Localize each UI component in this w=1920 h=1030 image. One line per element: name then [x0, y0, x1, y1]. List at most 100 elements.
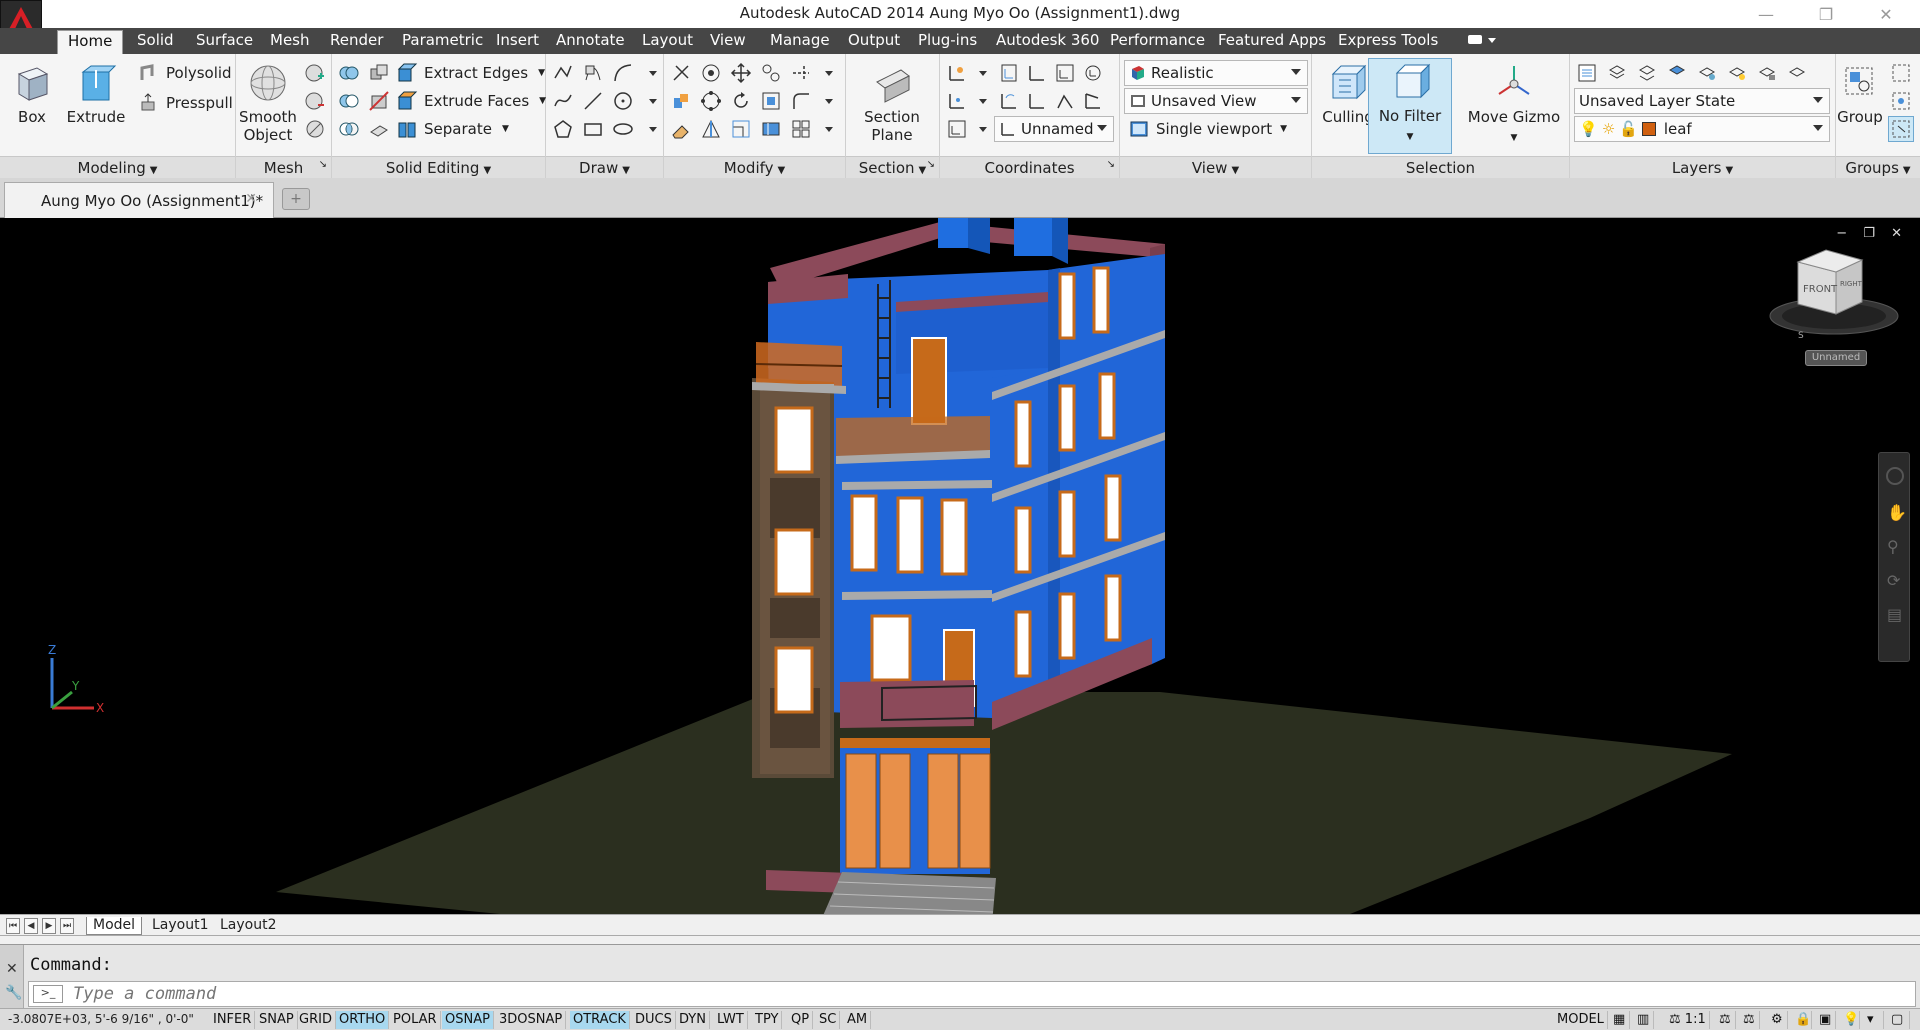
minimize-button[interactable]: —	[1746, 2, 1786, 26]
polysolid-button[interactable]: Polysolid	[138, 60, 232, 86]
ucs-x-dropdown[interactable]	[970, 88, 996, 114]
restore-button[interactable]: ❐	[1806, 2, 1846, 26]
status-toggle-infer[interactable]: INFER	[210, 1011, 256, 1029]
extract-edges-button[interactable]: Extract Edges ▼	[396, 60, 545, 86]
ucs-world-button[interactable]	[996, 60, 1022, 86]
ribbon-minimize-toggle[interactable]	[1466, 32, 1502, 56]
line-tool-button[interactable]	[550, 60, 576, 86]
rectangle-tool-button[interactable]	[580, 116, 606, 142]
modify-dropdown-2[interactable]	[816, 88, 842, 114]
rectangular-array-button[interactable]	[788, 116, 814, 142]
circle-tool-button[interactable]	[610, 88, 636, 114]
ucs-named-button[interactable]	[944, 116, 970, 142]
viewport-controls[interactable]: − ❐ ✕	[1836, 226, 1908, 241]
prev-layout-button[interactable]: ◀	[24, 918, 38, 934]
group-edit-button[interactable]	[1888, 88, 1914, 114]
polygon-tool-button[interactable]	[550, 116, 576, 142]
layer-freeze-button[interactable]	[1694, 60, 1720, 86]
helix-tool-button[interactable]	[580, 60, 606, 86]
steering-wheel-icon[interactable]	[1886, 467, 1904, 485]
status-toggle-ducs[interactable]: DUCS	[632, 1011, 676, 1029]
quick-view-layouts-icon[interactable]: ▦	[1610, 1011, 1630, 1029]
quick-view-drawings-icon[interactable]: ▥	[1634, 1011, 1654, 1029]
status-toggle-osnap[interactable]: OSNAP	[442, 1011, 494, 1029]
intersect-button[interactable]	[336, 116, 362, 142]
status-toggle-otrack[interactable]: OTRACK	[570, 1011, 630, 1029]
fillet-button[interactable]	[788, 88, 814, 114]
ungroup-button[interactable]	[1888, 60, 1914, 86]
section-plane-button[interactable]: Section Plane	[860, 60, 924, 152]
layer-properties-button[interactable]	[1574, 60, 1600, 86]
smooth-object-button[interactable]: Smooth Object	[236, 60, 300, 152]
status-menu-icon[interactable]: ▾	[1864, 1011, 1884, 1029]
layer-isolate-button[interactable]	[1664, 60, 1690, 86]
toolbar-lock-icon[interactable]: 🔒	[1792, 1011, 1812, 1029]
tab-insert[interactable]: Insert	[496, 30, 539, 54]
modify-dropdown-1[interactable]	[816, 60, 842, 86]
layout-tab-layout1[interactable]: Layout1	[146, 917, 215, 935]
annotation-visibility-icon[interactable]: ⚖	[1716, 1011, 1736, 1029]
modeling-panel-label[interactable]: Modeling ▼	[0, 156, 235, 178]
drawing-viewport[interactable]: Z X Y FRONT RIGHT S − ❐ ✕ Unnamed ✋ ⚲ ⟳ …	[0, 218, 1920, 914]
pan-icon[interactable]: ✋	[1887, 503, 1907, 522]
subtract-button[interactable]	[336, 88, 362, 114]
command-input-box[interactable]: >_	[28, 981, 1916, 1007]
last-layout-button[interactable]: ⏭	[60, 918, 74, 934]
tab-render[interactable]: Render	[330, 30, 383, 54]
layout-tab-model[interactable]: Model	[86, 917, 143, 935]
no-filter-button[interactable]: No Filter ▼	[1368, 58, 1452, 154]
layers-panel-label[interactable]: Layers ▼	[1570, 156, 1835, 178]
tab-layout[interactable]: Layout	[642, 30, 693, 54]
explode-button[interactable]	[668, 60, 694, 86]
spline-tool-button[interactable]	[550, 88, 576, 114]
modify-panel-label[interactable]: Modify ▼	[664, 156, 845, 178]
status-toggle-lwt[interactable]: LWT	[714, 1011, 748, 1029]
mirror3d-button[interactable]	[698, 116, 724, 142]
group-select-toggle[interactable]	[1888, 116, 1914, 142]
showmotion-icon[interactable]: ▤	[1887, 605, 1902, 624]
ucs-object-button[interactable]	[1080, 60, 1106, 86]
document-tab[interactable]: Aung Myo Oo (Assignment1)* ✕	[4, 182, 274, 218]
status-toggle-tpy[interactable]: TPY	[752, 1011, 783, 1029]
layer-walk-button[interactable]	[1784, 60, 1810, 86]
move-button[interactable]	[728, 60, 754, 86]
layer-state-dropdown[interactable]: Unsaved Layer State	[1574, 88, 1830, 114]
ucs-previous-button[interactable]	[996, 88, 1022, 114]
view-panel-label[interactable]: View ▼	[1120, 156, 1311, 178]
isolate-objects-icon[interactable]: 💡	[1840, 1011, 1860, 1029]
annotation-scale[interactable]: ⚖ 1:1	[1666, 1011, 1710, 1029]
cursor-coordinates[interactable]: -3.0807E+03, 5'-6 9/16" , 0'-0"	[8, 1012, 194, 1026]
layout-tab-layout2[interactable]: Layout2	[214, 917, 283, 935]
interfere-button[interactable]	[366, 60, 392, 86]
mesh-panel-label[interactable]: Mesh ↘	[236, 156, 331, 178]
extrude-button[interactable]: Extrude	[64, 60, 128, 152]
viewcube-ucs-menu[interactable]: Unnamed	[1805, 350, 1867, 366]
first-layout-button[interactable]: ⏮	[6, 918, 20, 934]
tab-performance[interactable]: Performance	[1110, 30, 1205, 54]
box-button[interactable]: Box	[0, 60, 64, 152]
ellipse-tool-button[interactable]	[610, 116, 636, 142]
command-input[interactable]	[73, 984, 1873, 1004]
close-icon[interactable]: ✕	[245, 191, 257, 207]
offset-button[interactable]	[758, 88, 784, 114]
orbit-icon[interactable]: ⟳	[1887, 571, 1900, 590]
tab-surface[interactable]: Surface	[196, 30, 253, 54]
status-toggle-dyn[interactable]: DYN	[676, 1011, 710, 1029]
tab-featured-apps[interactable]: Featured Apps	[1218, 30, 1326, 54]
hardware-acceleration-icon[interactable]: ▣	[1816, 1011, 1836, 1029]
groups-panel-label[interactable]: Groups ▼	[1836, 156, 1920, 178]
arc-tool-button[interactable]	[610, 60, 636, 86]
presspull-button[interactable]: Presspull	[138, 90, 233, 116]
array-button[interactable]	[698, 88, 724, 114]
tab-view[interactable]: View	[710, 30, 746, 54]
rotate-button[interactable]	[728, 88, 754, 114]
tab-annotate[interactable]: Annotate	[556, 30, 625, 54]
ucs-dropdown[interactable]	[970, 60, 996, 86]
next-layout-button[interactable]: ▶	[42, 918, 56, 934]
tab-autodesk-360[interactable]: Autodesk 360	[996, 30, 1099, 54]
modify-dropdown-3[interactable]	[816, 116, 842, 142]
tab-manage[interactable]: Manage	[770, 30, 830, 54]
ucs-origin-button[interactable]	[1024, 60, 1050, 86]
autoscale-icon[interactable]: ⚖	[1740, 1011, 1760, 1029]
command-prompt-icon[interactable]: >_	[33, 985, 63, 1003]
